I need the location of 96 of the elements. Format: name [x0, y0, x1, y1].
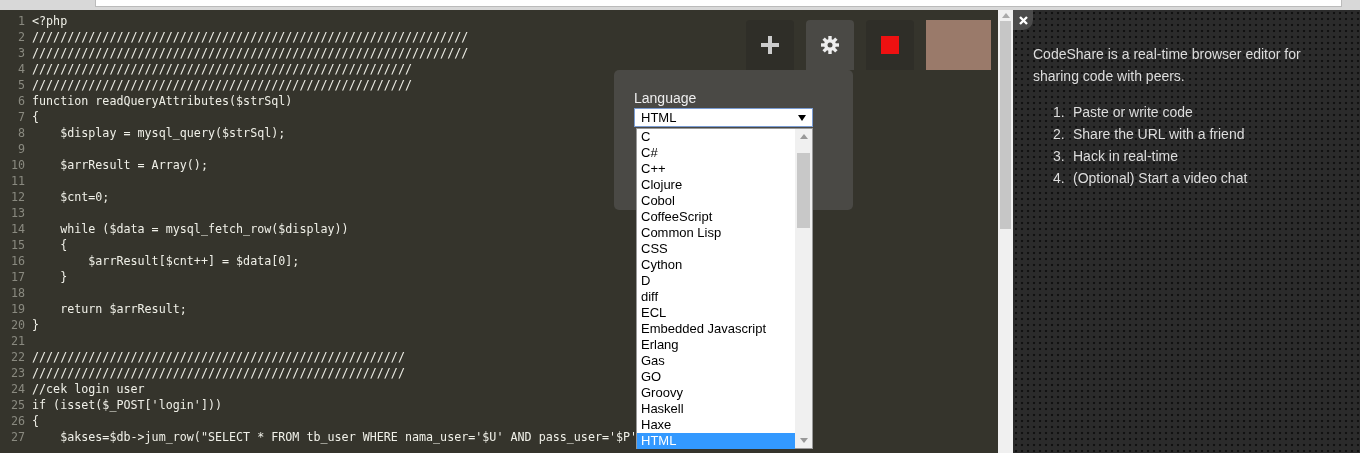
- step-number: 1.: [1053, 103, 1066, 122]
- language-option[interactable]: C: [637, 129, 795, 145]
- language-option[interactable]: Clojure: [637, 177, 795, 193]
- settings-button[interactable]: [806, 20, 854, 70]
- language-option[interactable]: Haxe: [637, 417, 795, 433]
- line-number: 23: [9, 365, 26, 381]
- scrollbar-thumb[interactable]: [1000, 21, 1011, 229]
- stop-icon: [881, 36, 899, 54]
- language-option[interactable]: C++: [637, 161, 795, 177]
- language-label: Language: [634, 90, 698, 106]
- line-number: 7: [16, 109, 26, 125]
- language-option[interactable]: GO: [637, 369, 795, 385]
- line-number: 18: [9, 285, 26, 301]
- line-number: 27: [9, 429, 26, 445]
- code-line: if (isset($_POST['login'])): [32, 397, 222, 413]
- line-number: 2: [16, 29, 26, 45]
- language-option[interactable]: ECL: [637, 305, 795, 321]
- language-option[interactable]: CoffeeScript: [637, 209, 795, 225]
- code-line: $arrResult = Array();: [59, 157, 208, 173]
- language-option[interactable]: CSS: [637, 241, 795, 257]
- line-number: 19: [9, 301, 26, 317]
- language-option[interactable]: Erlang: [637, 337, 795, 353]
- step-number: 2.: [1053, 125, 1066, 144]
- code-line: {: [32, 109, 40, 125]
- code-line: /////////////////////////////////////////////////////: [32, 365, 405, 381]
- language-option[interactable]: Cython: [637, 257, 795, 273]
- line-number: 25: [9, 397, 26, 413]
- settings-icon: [821, 36, 839, 54]
- line-number: 3: [16, 45, 26, 61]
- line-number: 8: [16, 125, 26, 141]
- code-line: //////////////////////////////////////////////////////: [32, 77, 412, 93]
- line-number: 17: [9, 269, 26, 285]
- stop-button[interactable]: [866, 20, 914, 70]
- code-line: }: [32, 317, 40, 333]
- code-line: }: [59, 269, 68, 285]
- language-option[interactable]: Embedded Javascript: [637, 321, 795, 337]
- language-option[interactable]: diff: [637, 289, 795, 305]
- line-number: 1: [16, 13, 26, 29]
- code-line: while ($data = mysql_fetch_row($display)): [59, 221, 349, 237]
- line-number: 11: [9, 173, 26, 189]
- code-line: function readQueryAttributes($strSql): [32, 93, 293, 109]
- step-text: Paste or write code: [1073, 103, 1193, 122]
- caret-icon: [798, 114, 806, 121]
- line-number: 12: [9, 189, 26, 205]
- code-line: //////////////////////////////////////////////////////////////: [32, 29, 469, 45]
- step-text: (Optional) Start a video chat: [1073, 169, 1248, 188]
- code-line: $cnt=0;: [59, 189, 110, 205]
- line-number: 9: [16, 141, 26, 157]
- language-option[interactable]: Gas: [637, 353, 795, 369]
- line-number: 10: [9, 157, 26, 173]
- language-select[interactable]: HTML: [634, 108, 813, 127]
- line-number: 15: [9, 237, 26, 253]
- intro-text: CodeShare is a real-time browser editor for sharing code with peers.: [1033, 45, 1302, 86]
- code-line: <?php: [32, 13, 68, 29]
- code-line: {: [59, 237, 68, 253]
- code-line: $akses=$db->jum_row("SELECT * FROM tb_user WHERE nama_user='$U' AND pass_user='$P': [59, 429, 638, 445]
- line-number: 24: [9, 381, 26, 397]
- code-line: $arrResult[$cnt++] = $data[0];: [87, 253, 300, 269]
- code-line: //////////////////////////////////////////////////////: [32, 61, 412, 77]
- code-line: return $arrResult;: [59, 301, 187, 317]
- line-number: 4: [16, 61, 26, 77]
- scroll-up-icon: [799, 134, 808, 139]
- scrollbar[interactable]: [998, 10, 1013, 453]
- code-line: //////////////////////////////////////////////////////////////: [32, 45, 469, 61]
- plus-icon: [761, 36, 779, 54]
- step-text: Hack in real-time: [1073, 147, 1179, 166]
- line-number: 20: [9, 317, 26, 333]
- scrollbar[interactable]: [795, 129, 812, 448]
- line-number: 21: [9, 333, 26, 349]
- video-placeholder: [926, 20, 991, 70]
- close-button[interactable]: [1013, 10, 1033, 30]
- language-option[interactable]: Groovy: [637, 385, 795, 401]
- scroll-down-icon: [799, 438, 808, 443]
- line-number: 14: [9, 221, 26, 237]
- scrollbar-thumb[interactable]: [797, 153, 810, 228]
- line-number: 13: [9, 205, 26, 221]
- code-line: {: [32, 413, 40, 429]
- close-icon: [1018, 15, 1028, 25]
- line-number: 16: [9, 253, 26, 269]
- add-button[interactable]: [746, 20, 794, 70]
- code-line: $display = mysql_query($strSql);: [59, 125, 286, 141]
- step-number: 4.: [1053, 169, 1066, 188]
- language-option[interactable]: Haskell: [637, 401, 795, 417]
- line-number: 6: [16, 93, 26, 109]
- step-number: 3.: [1053, 147, 1066, 166]
- code-line: /////////////////////////////////////////////////////: [32, 349, 405, 365]
- line-number: 22: [9, 349, 26, 365]
- step-text: Share the URL with a friend: [1073, 125, 1245, 144]
- code-line: //cek login user: [32, 381, 145, 397]
- language-option[interactable]: C#: [637, 145, 795, 161]
- language-option[interactable]: Common Lisp: [637, 225, 795, 241]
- language-option[interactable]: Cobol: [637, 193, 795, 209]
- line-number: 26: [9, 413, 26, 429]
- language-option[interactable]: D: [637, 273, 795, 289]
- scroll-up-icon: [1001, 13, 1010, 18]
- line-number: 5: [16, 77, 26, 93]
